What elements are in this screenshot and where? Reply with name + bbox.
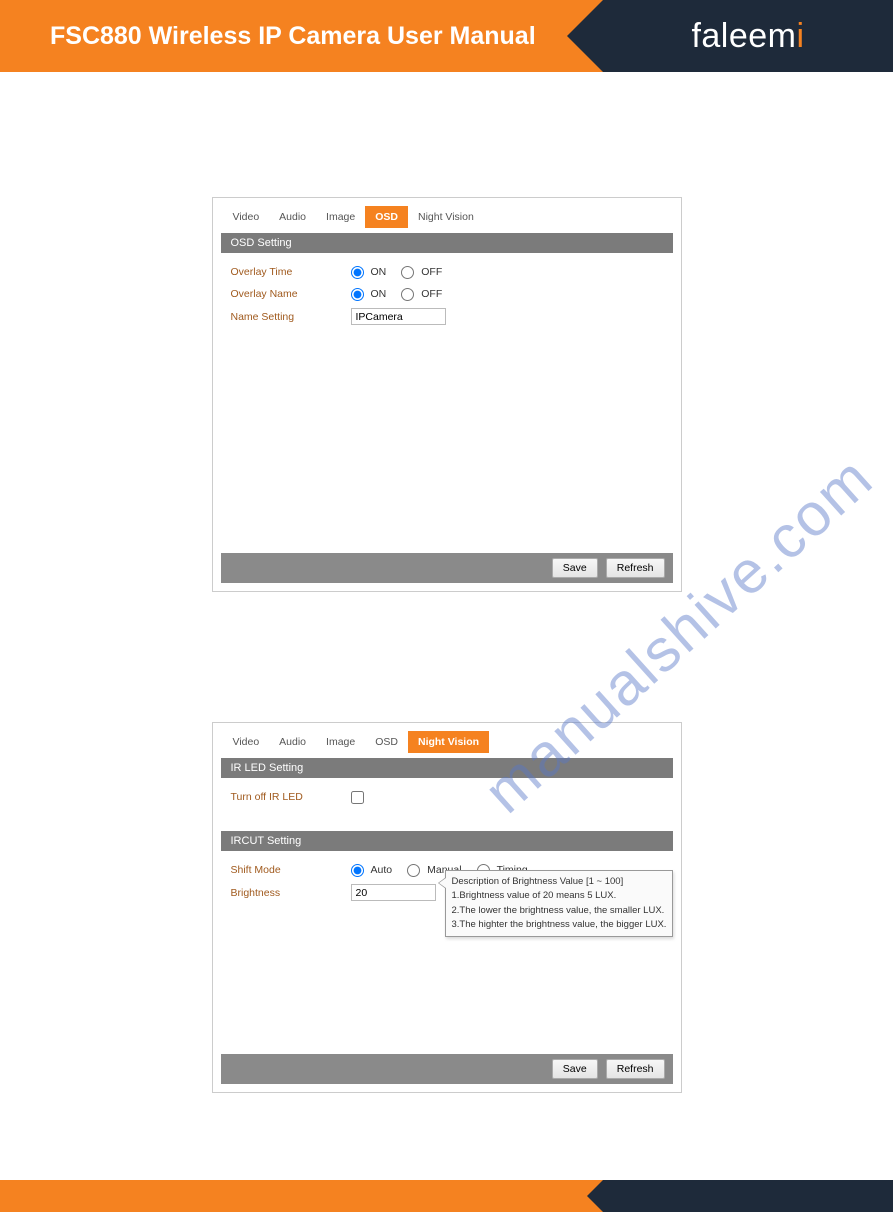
overlay-name-off-label: OFF — [421, 288, 442, 300]
shift-auto-radio[interactable] — [351, 864, 364, 877]
banner-arrow-icon — [567, 0, 603, 72]
shift-auto-label: Auto — [371, 864, 393, 876]
save-button[interactable]: Save — [552, 558, 598, 578]
refresh-button[interactable]: Refresh — [606, 558, 665, 578]
save-button-2[interactable]: Save — [552, 1059, 598, 1079]
overlay-time-on-radio[interactable] — [351, 266, 364, 279]
shift-mode-label: Shift Mode — [231, 864, 351, 876]
tab-bar-2: Video Audio Image OSD Night Vision — [213, 723, 681, 753]
brightness-input[interactable] — [351, 884, 436, 901]
overlay-time-label: Overlay Time — [231, 266, 351, 278]
tab-osd-2[interactable]: OSD — [365, 731, 408, 753]
turn-off-irled-checkbox[interactable] — [351, 791, 364, 804]
footer-right — [603, 1180, 893, 1212]
overlay-name-on-label: ON — [371, 288, 387, 300]
osd-footer-bar: Save Refresh — [221, 553, 673, 583]
tooltip-line-1: 1.Brightness value of 20 means 5 LUX. — [452, 889, 667, 903]
overlay-name-label: Overlay Name — [231, 288, 351, 300]
turn-off-irled-row: Turn off IR LED — [213, 786, 681, 808]
tab-audio-2[interactable]: Audio — [269, 731, 316, 753]
tooltip-line-0: Description of Brightness Value [1 ~ 100… — [452, 875, 667, 889]
footer-arrow-icon — [587, 1180, 603, 1212]
overlay-name-on-radio[interactable] — [351, 288, 364, 301]
name-setting-input[interactable] — [351, 308, 446, 325]
header-banner: FSC880 Wireless IP Camera User Manual fa… — [0, 0, 893, 72]
osd-settings-panel: Video Audio Image OSD Night Vision OSD S… — [212, 197, 682, 592]
footer-banner — [0, 1180, 893, 1212]
overlay-time-off-label: OFF — [421, 266, 442, 278]
refresh-button-2[interactable]: Refresh — [606, 1059, 665, 1079]
footer-left — [0, 1180, 603, 1212]
brightness-tooltip: Description of Brightness Value [1 ~ 100… — [445, 870, 674, 937]
tooltip-arrow-icon — [438, 877, 446, 889]
tab-video-2[interactable]: Video — [223, 731, 270, 753]
tab-image-2[interactable]: Image — [316, 731, 365, 753]
tooltip-line-2: 2.The lower the brightness value, the sm… — [452, 904, 667, 918]
tab-video[interactable]: Video — [223, 206, 270, 228]
shift-manual-radio[interactable] — [407, 864, 420, 877]
tooltip-line-3: 3.The highter the brightness value, the … — [452, 918, 667, 932]
tab-night-vision-2[interactable]: Night Vision — [408, 731, 489, 753]
page-title: FSC880 Wireless IP Camera User Manual — [50, 22, 536, 51]
header-left: FSC880 Wireless IP Camera User Manual — [0, 0, 603, 72]
header-right: faleemi — [603, 0, 893, 72]
tab-image[interactable]: Image — [316, 206, 365, 228]
overlay-time-off-radio[interactable] — [401, 266, 414, 279]
osd-section-header: OSD Setting — [221, 233, 673, 253]
overlay-name-off-radio[interactable] — [401, 288, 414, 301]
brightness-label: Brightness — [231, 887, 351, 899]
name-setting-row: Name Setting — [213, 305, 681, 328]
brand-logo: faleemi — [691, 17, 804, 56]
overlay-time-row: Overlay Time ON OFF — [213, 261, 681, 283]
irled-section-header: IR LED Setting — [221, 758, 673, 778]
turn-off-irled-label: Turn off IR LED — [231, 791, 351, 803]
tab-night-vision[interactable]: Night Vision — [408, 206, 484, 228]
tab-bar: Video Audio Image OSD Night Vision — [213, 198, 681, 228]
tab-audio[interactable]: Audio — [269, 206, 316, 228]
night-vision-panel: Video Audio Image OSD Night Vision IR LE… — [212, 722, 682, 1093]
name-setting-label: Name Setting — [231, 311, 351, 323]
tab-osd[interactable]: OSD — [365, 206, 408, 228]
nv-footer-bar: Save Refresh — [221, 1054, 673, 1084]
overlay-time-on-label: ON — [371, 266, 387, 278]
ircut-section-header: IRCUT Setting — [221, 831, 673, 851]
overlay-name-row: Overlay Name ON OFF — [213, 283, 681, 305]
